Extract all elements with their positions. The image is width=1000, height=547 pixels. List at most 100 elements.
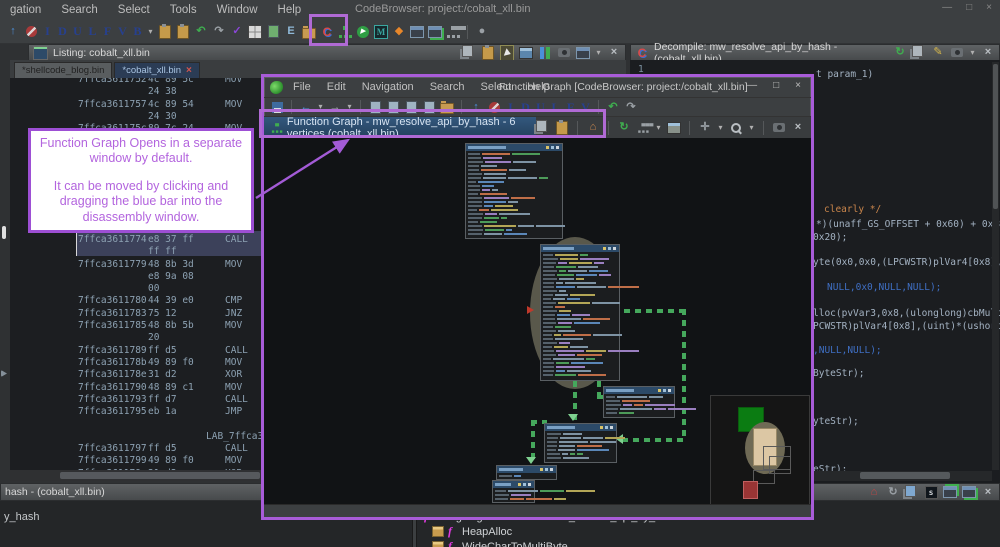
diamond-icon[interactable]: ◆ [392, 25, 406, 39]
listing-row[interactable]: 7ffca3611780 44 39 e0 CMP [10, 295, 262, 307]
decompile-code-line[interactable]: yte(0x0,0x0,(LPCWSTR)plVar4[0x8],(u [813, 257, 1000, 268]
relayout-icon[interactable]: ↻ [617, 121, 631, 135]
validate-icon[interactable]: ✓ [230, 25, 244, 39]
zoom-mode-icon[interactable] [729, 121, 743, 135]
edit-fields-icon[interactable] [519, 46, 533, 60]
listing-row[interactable]: 7ffca361178e 31 d2 XOR [10, 369, 262, 381]
listing-row[interactable]: 7ffca3611783 75 12 JNZ [10, 308, 262, 320]
graph-vertex[interactable] [544, 423, 626, 463]
datatype-letter-l-icon[interactable]: L [87, 24, 98, 39]
fg-minimize-icon[interactable]: — [747, 80, 757, 91]
decompile-vscrollbar[interactable] [992, 62, 999, 470]
vertex-titlebar[interactable] [466, 144, 562, 151]
graph-vertex[interactable] [603, 386, 696, 418]
graph-edge[interactable] [682, 309, 686, 441]
decompile-code-line[interactable]: *)(unaff_GS_OFFSET + 0x60) + 0x18) [816, 219, 1000, 230]
vertex-titlebar[interactable] [497, 466, 556, 473]
close-listing-icon[interactable]: × [607, 46, 621, 60]
paste-icon[interactable] [158, 23, 172, 39]
decompile-hscrollbar[interactable] [814, 471, 992, 481]
listing-row[interactable]: 7ffca361178b 49 89 f0 MOV [10, 357, 262, 369]
decompile-code-line[interactable]: ByteStr); [813, 368, 864, 379]
decompile-code-line[interactable]: PCWSTR)plVar4[0x8],(uint)*(ushort * [813, 321, 1000, 332]
listing-label[interactable]: LAB_7ffca361 [206, 431, 262, 442]
listing-header[interactable]: Listing: cobalt_xll.bin ▾ × [28, 44, 626, 61]
graph-vertex[interactable] [496, 465, 557, 480]
copy-icon[interactable] [462, 45, 476, 60]
fg-menu-navigation[interactable]: Navigation [354, 81, 422, 93]
snapshot-icon[interactable] [772, 121, 786, 135]
window-menu-icon[interactable] [576, 46, 590, 60]
datatype-letter-f-icon[interactable]: F [102, 24, 113, 39]
nav-up-icon[interactable]: ↑ [6, 25, 20, 39]
satellite-view[interactable] [710, 395, 810, 504]
graph-vertex[interactable] [492, 480, 595, 503]
graph-edge[interactable] [597, 381, 601, 397]
listing-row[interactable]: 20 [10, 332, 262, 344]
tab-close-icon[interactable]: × [186, 65, 192, 76]
chevron-down-icon[interactable]: ▾ [595, 46, 602, 60]
paste-icon[interactable] [481, 44, 495, 60]
listing-row[interactable]: 24 30 [10, 111, 262, 123]
chevron-down-icon[interactable]: ▾ [655, 121, 662, 135]
undo-icon[interactable]: ↶ [194, 25, 208, 39]
menu-select[interactable]: Select [108, 4, 160, 16]
main-close-icon[interactable]: × [986, 2, 992, 13]
close-bottom-panel-icon[interactable]: × [981, 485, 995, 499]
decompile-code-line[interactable]: t param_1) [816, 69, 873, 80]
vertex-titlebar[interactable] [604, 387, 674, 394]
fg-maximize-icon[interactable]: □ [773, 80, 779, 91]
clear-icon[interactable] [24, 25, 38, 39]
datatype-letter-b-icon[interactable]: B [132, 24, 143, 39]
run-icon[interactable]: ▶ [356, 25, 370, 39]
tree-item-widechartomultibyte[interactable]: f WideCharToMultiByte [432, 539, 568, 547]
chevron-down-icon[interactable]: ▾ [147, 25, 154, 39]
windows-icon[interactable] [905, 484, 919, 499]
graph-edge[interactable] [624, 309, 686, 313]
datatype-letter-d-icon[interactable]: D [57, 24, 68, 39]
vertex-titlebar[interactable] [545, 424, 616, 431]
chevron-down-icon[interactable]: ▾ [969, 46, 976, 60]
decompile-code-line[interactable]: 0x20); [813, 232, 847, 243]
datatype-letter-u-icon[interactable]: U [72, 24, 83, 39]
vertex-titlebar[interactable] [493, 481, 534, 488]
close-fg-icon[interactable]: × [791, 121, 805, 135]
edit-icon[interactable]: ✎ [931, 46, 945, 60]
tab-shellcode-blog[interactable]: *shellcode_blog.bin [14, 62, 113, 78]
snapshot-icon[interactable] [950, 46, 964, 60]
datatype-letter-v-icon[interactable]: V [117, 24, 128, 39]
call-tree-icon[interactable] [446, 25, 460, 39]
listing-row[interactable]: 7ffca3611790 48 89 c1 MOV [10, 382, 262, 394]
byte-viewer-icon[interactable] [248, 24, 262, 39]
chevron-down-icon[interactable]: ▾ [717, 121, 724, 135]
memory-map-icon[interactable]: M [374, 24, 388, 39]
window-icon[interactable] [410, 25, 424, 39]
menu-gation[interactable]: gation [0, 4, 51, 16]
listing-row[interactable]: 7ffca3611774 e8 37 ff CALL [10, 234, 262, 246]
add-window-icon[interactable] [428, 25, 442, 39]
menu-tools[interactable]: Tools [160, 4, 207, 16]
listing-row[interactable]: e8 9a 08 [10, 271, 262, 283]
graph-vertex[interactable] [540, 244, 639, 381]
menu-search[interactable]: Search [51, 4, 107, 16]
decompile-code-line[interactable]: clearly */ [824, 204, 881, 215]
main-maximize-icon[interactable]: □ [966, 2, 972, 13]
layout-icon[interactable] [636, 121, 650, 135]
export-window-icon[interactable] [962, 485, 976, 499]
fg-close-icon[interactable]: × [795, 80, 801, 91]
menu-help[interactable]: Help [268, 4, 312, 16]
decompile-code-line[interactable]: lloc(pvVar3,0x8,(ulonglong)cbMultiB [813, 308, 1000, 319]
paste-special-icon[interactable] [176, 23, 190, 39]
undo-icon[interactable]: ↶ [606, 100, 620, 114]
fg-titlebar[interactable]: File Edit Navigation Search Select Help Funct… [264, 77, 811, 97]
tab-cobalt-xll[interactable]: *cobalt_xll.bin × [114, 62, 200, 78]
listing-row[interactable]: 7ffca3611779 48 8b 3d MOV [10, 259, 262, 271]
graph-edge[interactable] [622, 438, 686, 442]
home-icon[interactable]: ⌂ [867, 485, 881, 499]
cursor-style-icon[interactable] [500, 44, 514, 61]
equates-icon[interactable]: E [284, 25, 298, 39]
decompile-code-line[interactable]: NULL,0x0,NULL,NULL); [827, 282, 941, 293]
chevron-down-icon[interactable]: ▾ [748, 121, 755, 135]
capture-image-icon[interactable] [667, 121, 681, 135]
listing-row[interactable]: 7ffca3611799 49 89 f0 MOV [10, 455, 262, 467]
